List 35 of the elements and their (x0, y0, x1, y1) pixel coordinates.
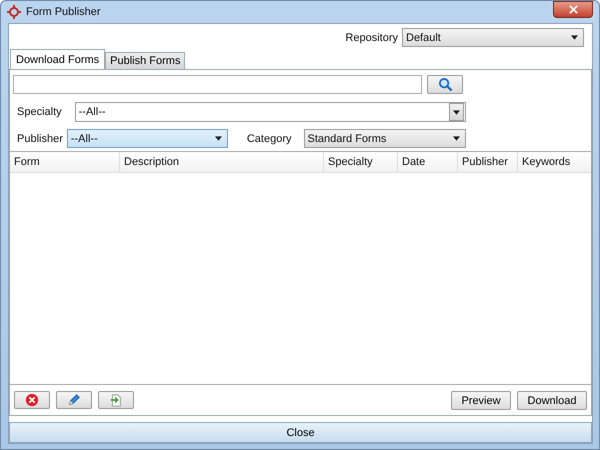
tab[interactable]: Publish Forms (105, 52, 186, 69)
column-header[interactable]: Keywords (518, 152, 591, 172)
category-label: Category (246, 132, 292, 144)
category-dropdown[interactable]: Standard Forms (304, 129, 466, 148)
column-header[interactable]: Publisher (458, 152, 518, 172)
action-button[interactable]: Preview (451, 391, 511, 410)
repository-dropdown[interactable]: Default (402, 28, 584, 47)
search-field[interactable] (13, 75, 422, 94)
column-header[interactable]: Form (10, 152, 120, 172)
caret-icon (452, 110, 460, 114)
column-header[interactable]: Date (398, 152, 458, 172)
caret-icon (452, 136, 460, 141)
repository-label: Repository (345, 32, 398, 44)
column-header[interactable]: Description (120, 152, 324, 172)
window-title: Form Publisher (26, 6, 102, 18)
column-header[interactable]: Specialty (324, 152, 398, 172)
document-arrow-icon (109, 393, 123, 407)
delete-icon (25, 393, 39, 407)
import-button[interactable] (98, 391, 134, 409)
search-button[interactable] (427, 75, 463, 94)
close-button[interactable]: Close (9, 422, 592, 443)
pencil-icon (67, 393, 81, 407)
caret-icon (571, 35, 578, 40)
tab[interactable]: Download Forms (10, 49, 106, 69)
caret-icon (214, 136, 222, 141)
search-icon (438, 77, 452, 92)
publisher-dropdown[interactable]: --All-- (66, 129, 228, 148)
delete-button[interactable] (14, 391, 50, 409)
crosshair-icon (7, 5, 21, 19)
specialty-dropdown[interactable]: --All-- (74, 102, 466, 122)
edit-button[interactable] (56, 391, 92, 409)
action-button[interactable]: Download (517, 391, 587, 410)
close-icon[interactable] (553, 0, 593, 18)
publisher-label: Publisher (17, 132, 63, 144)
specialty-label: Specialty (17, 106, 62, 118)
